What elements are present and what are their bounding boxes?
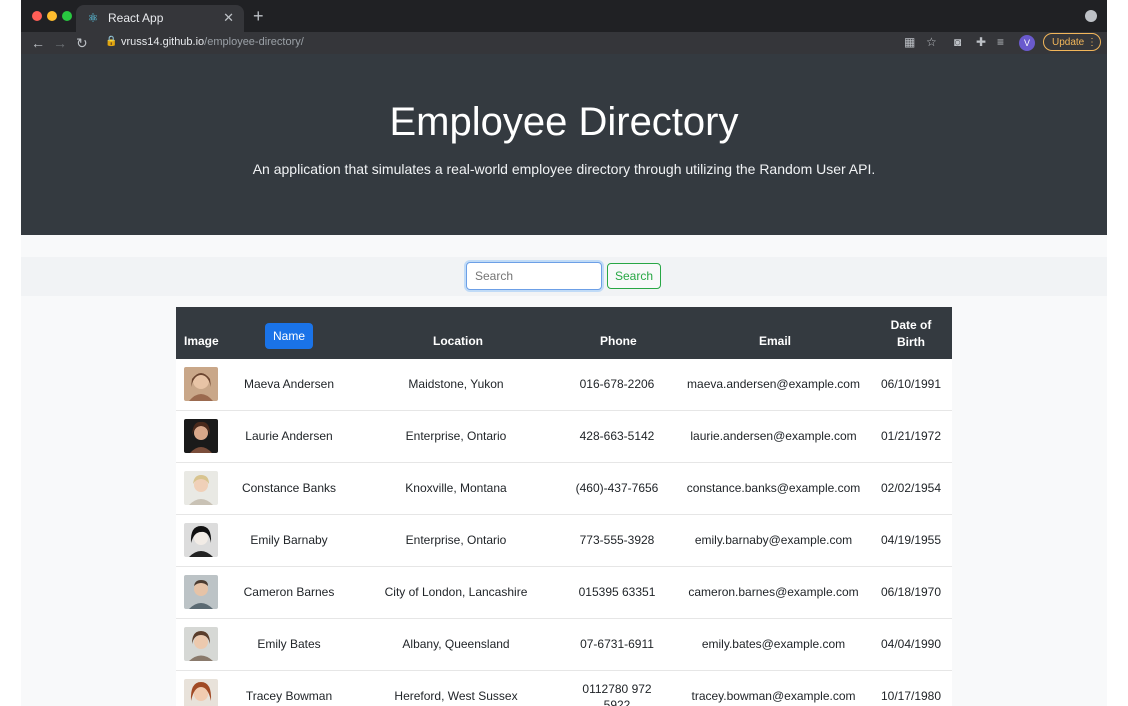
employee-photo [184, 471, 218, 505]
employee-location: Knoxville, Montana [405, 481, 507, 495]
address-bar[interactable]: 🔒 vruss14.github.io/employee-directory/ [99, 34, 889, 52]
new-tab-button[interactable]: + [253, 6, 264, 27]
employee-location: Enterprise, Ontario [405, 429, 507, 443]
search-button[interactable]: Search [607, 263, 661, 289]
employee-photo [184, 367, 218, 401]
search-input[interactable] [464, 260, 604, 292]
employee-name: Constance Banks [241, 481, 337, 495]
tab-title: React App [108, 11, 164, 25]
employee-name: Emily Barnaby [250, 533, 328, 547]
employee-dob: 02/02/1954 [880, 481, 942, 495]
employee-photo [184, 523, 218, 557]
table-row: Maeva Andersen Maidstone, Yukon 016-678-… [176, 359, 952, 411]
employee-photo [184, 679, 218, 706]
employee-name: Laurie Andersen [245, 429, 333, 443]
employee-email: cameron.barnes@example.com [688, 585, 859, 599]
close-window-button[interactable] [32, 11, 42, 21]
close-tab-icon[interactable]: ✕ [223, 10, 234, 26]
hero-banner: Employee Directory An application that s… [21, 54, 1107, 235]
header-location: Location [433, 334, 483, 348]
employee-email: maeva.andersen@example.com [687, 377, 860, 391]
url-text: vruss14.github.io/employee-directory/ [121, 36, 304, 48]
table-row: Tracey Bowman Hereford, West Sussex 0112… [176, 671, 952, 706]
employee-dob: 10/17/1980 [880, 689, 942, 703]
update-label: Update [1052, 37, 1085, 48]
url-path: /employee-directory/ [204, 36, 304, 48]
header-email: Email [759, 334, 792, 348]
table-row: Cameron Barnes City of London, Lancashir… [176, 567, 952, 619]
employee-name: Tracey Bowman [245, 689, 333, 703]
header-dob: Date of Birth [873, 317, 949, 351]
employee-table: Image Name Location Phone Email Date of B… [176, 307, 952, 706]
employee-email: constance.banks@example.com [686, 481, 861, 495]
maximize-window-button[interactable] [62, 11, 72, 21]
employee-email: emily.barnaby@example.com [694, 533, 853, 547]
employee-location: Maidstone, Yukon [408, 377, 504, 391]
lock-icon: 🔒 [105, 36, 118, 47]
table-header: Image Name Location Phone Email Date of B… [176, 307, 952, 359]
employee-phone: 07-6731-6911 [580, 637, 654, 651]
employee-name: Emily Bates [257, 637, 321, 651]
page-subtitle: An application that simulates a real-wor… [252, 161, 876, 177]
employee-dob: 04/04/1990 [880, 637, 942, 651]
spacer [21, 235, 1107, 257]
employee-dob: 06/10/1991 [880, 377, 942, 391]
forward-icon[interactable]: → [53, 35, 67, 51]
camera-icon[interactable]: ◙ [954, 35, 961, 49]
header-dob-line1: Date of [890, 318, 932, 332]
reading-list-icon[interactable]: ≡ [997, 35, 1004, 49]
qr-code-icon[interactable]: ▦ [904, 35, 915, 49]
employee-email: laurie.andersen@example.com [690, 429, 857, 443]
table-row: Constance Banks Knoxville, Montana (460)… [176, 463, 952, 515]
employee-email: emily.bates@example.com [701, 637, 846, 651]
table-row: Emily Bates Albany, Queensland 07-6731-6… [176, 619, 952, 671]
employee-email: tracey.bowman@example.com [691, 689, 856, 703]
employee-location: City of London, Lancashire [384, 585, 528, 599]
employee-phone: 0112780 972 5922 [556, 681, 678, 706]
header-image: Image [184, 334, 219, 348]
react-icon: ⚛ [87, 11, 99, 25]
profile-avatar[interactable]: V [1019, 35, 1035, 51]
browser-window: ⚛ React App ✕ + ← → ↻ 🔒 vruss14.github.i… [21, 0, 1107, 706]
reload-icon[interactable]: ↻ [76, 35, 88, 51]
tab-search-icon[interactable] [1085, 10, 1097, 22]
employee-location: Hereford, West Sussex [394, 689, 518, 703]
extensions-icon[interactable]: ✚ [976, 35, 986, 49]
header-phone: Phone [600, 334, 637, 348]
minimize-window-button[interactable] [47, 11, 57, 21]
employee-dob: 04/19/1955 [880, 533, 942, 547]
employee-phone: 016-678-2206 [579, 377, 655, 391]
employee-phone: 428-663-5142 [579, 429, 655, 443]
browser-toolbar: ← → ↻ 🔒 vruss14.github.io/employee-direc… [21, 32, 1107, 54]
employee-name: Maeva Andersen [243, 377, 335, 391]
employee-location: Enterprise, Ontario [405, 533, 507, 547]
employee-photo [184, 627, 218, 661]
browser-titlebar: ⚛ React App ✕ + [21, 0, 1107, 32]
page-title: Employee Directory [389, 100, 739, 144]
bookmark-star-icon[interactable]: ☆ [926, 35, 937, 49]
employee-phone: 015395 63351 [578, 585, 656, 599]
employee-name: Cameron Barnes [243, 585, 335, 599]
url-host: vruss14.github.io [121, 36, 205, 48]
browser-tab[interactable]: ⚛ React App ✕ [76, 5, 244, 32]
employee-phone-line1: 0112780 972 [582, 682, 652, 696]
search-bar: Search [21, 257, 1107, 296]
employee-phone: (460)-437-7656 [575, 481, 659, 495]
employee-dob: 06/18/1970 [880, 585, 942, 599]
employee-phone-line2: 5922 [603, 698, 631, 706]
sort-by-name-button[interactable]: Name [265, 323, 313, 349]
employee-phone: 773-555-3928 [579, 533, 655, 547]
table-row: Laurie Andersen Enterprise, Ontario 428-… [176, 411, 952, 463]
employee-location: Albany, Queensland [402, 637, 510, 651]
employee-dob: 01/21/1972 [880, 429, 942, 443]
table-row: Emily Barnaby Enterprise, Ontario 773-55… [176, 515, 952, 567]
employee-photo [184, 575, 218, 609]
update-button[interactable]: Update ⋮ [1043, 33, 1101, 51]
employee-photo [184, 419, 218, 453]
back-icon[interactable]: ← [31, 35, 45, 51]
header-dob-line2: Birth [897, 335, 925, 349]
